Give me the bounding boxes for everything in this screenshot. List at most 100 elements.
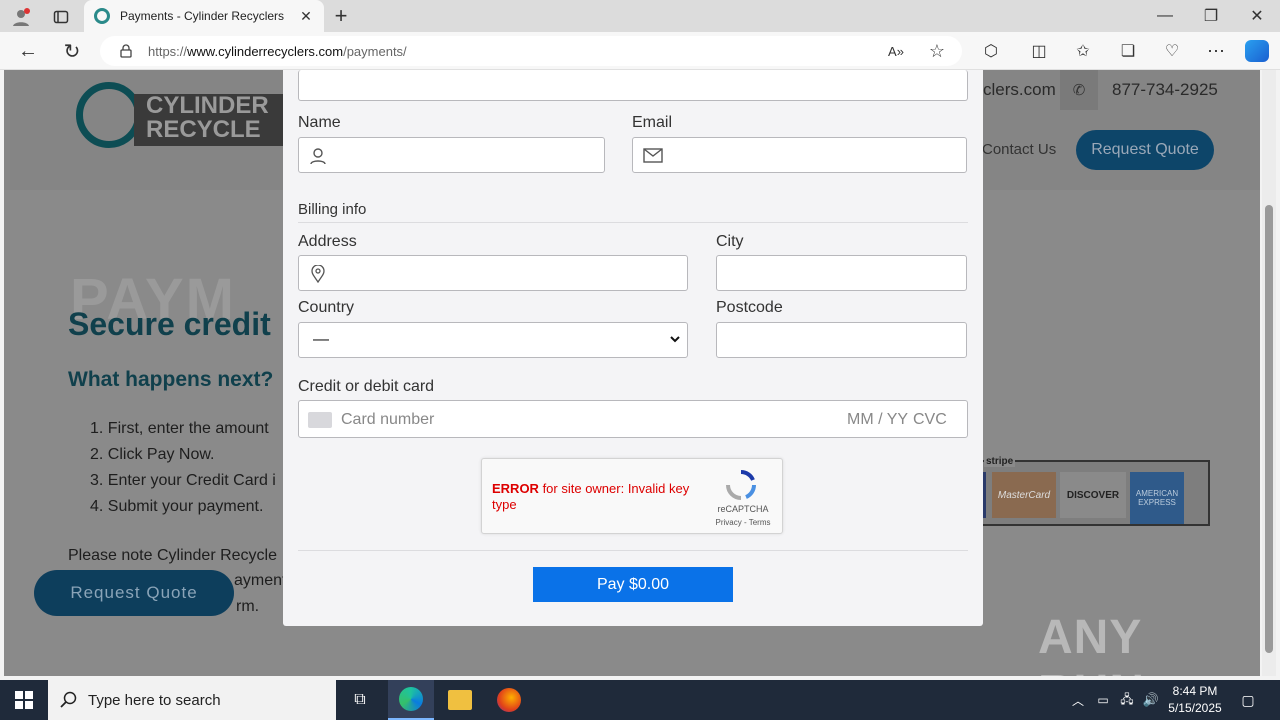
clock-date: 5/15/2025: [1168, 701, 1222, 715]
edge-icon: [399, 687, 423, 711]
device-icon[interactable]: ▭: [1094, 690, 1112, 710]
address-label: Address: [298, 233, 357, 250]
divider: [298, 222, 968, 223]
payment-modal: Name Email Billing info Address City Cou…: [283, 70, 983, 626]
favorite-star-icon[interactable]: ☆: [926, 40, 948, 62]
lock-icon[interactable]: [118, 43, 134, 59]
billing-info-heading: Billing info: [298, 201, 367, 218]
address-field[interactable]: [298, 255, 688, 291]
back-icon[interactable]: ←: [16, 39, 40, 63]
tab-title: Payments - Cylinder Recyclers: [120, 9, 285, 23]
browser-tab[interactable]: Payments - Cylinder Recyclers ✕: [84, 0, 324, 32]
copilot-icon[interactable]: [1245, 40, 1269, 62]
amount-field[interactable]: [298, 70, 968, 101]
name-field[interactable]: [298, 137, 605, 173]
discover-logo: DISCOVER: [1060, 472, 1126, 518]
user-icon: [309, 147, 327, 170]
new-tab-icon[interactable]: +: [330, 3, 352, 28]
close-window-icon[interactable]: ✕: [1246, 5, 1268, 27]
payment-logos: stripe MasterCard DISCOVER AMERICAN EXPR…: [970, 456, 1210, 526]
clock-time: 8:44 PM: [1172, 684, 1218, 698]
country-select[interactable]: —: [298, 322, 688, 358]
task-view-icon[interactable]: ⧉: [348, 689, 372, 711]
search-icon: [60, 691, 78, 713]
list-item: 3. Enter your Credit Card i: [90, 472, 276, 489]
recaptcha-error-strong: ERROR: [492, 481, 539, 496]
email-field[interactable]: [632, 137, 967, 173]
chevron-up-icon[interactable]: ︿: [1068, 690, 1088, 710]
url-prefix: https://: [148, 43, 188, 59]
firefox-icon[interactable]: [497, 688, 521, 712]
collections-icon[interactable]: ❏: [1117, 40, 1139, 62]
tab-strip: Payments - Cylinder Recyclers ✕ + — ❐ ✕: [0, 0, 1280, 32]
recaptcha-widget[interactable]: ERROR for site owner: Invalid key type r…: [481, 458, 783, 534]
close-tab-icon[interactable]: ✕: [298, 8, 314, 25]
read-aloud-icon[interactable]: A»: [886, 41, 906, 61]
logo-icon: [76, 82, 142, 148]
file-explorer-icon[interactable]: [448, 690, 472, 710]
mail-icon: [643, 148, 663, 168]
clock[interactable]: 8:44 PM 5/15/2025: [1166, 683, 1224, 717]
minimize-icon[interactable]: —: [1154, 5, 1176, 27]
stripe-label: stripe: [984, 456, 1016, 467]
amex-logo: AMERICAN EXPRESS: [1130, 472, 1184, 524]
notifications-icon[interactable]: ▢: [1238, 690, 1258, 710]
restore-icon[interactable]: ❐: [1200, 5, 1222, 27]
card-number-placeholder[interactable]: Card number: [341, 411, 434, 429]
phone-number[interactable]: 877-734-2925: [1112, 80, 1218, 100]
favorites-icon[interactable]: ✩: [1072, 40, 1094, 62]
anyrun-watermark: ANY RUN: [1038, 611, 1144, 676]
address-bar[interactable]: https://www.cylinderrecyclers.com/paymen…: [100, 36, 962, 66]
list-item: 2. Click Pay Now.: [90, 446, 215, 463]
extensions-icon[interactable]: ⬡: [980, 40, 1002, 62]
recaptcha-brand: reCAPTCHA: [717, 504, 769, 514]
card-label: Credit or debit card: [298, 378, 435, 395]
scrollbar-thumb[interactable]: [1265, 205, 1273, 653]
logo-text-bottom: RECYCLE: [146, 116, 261, 143]
email-label: Email: [632, 114, 673, 131]
name-label: Name: [298, 114, 341, 131]
tab-actions-icon[interactable]: [50, 6, 72, 28]
country-label: Country: [298, 299, 355, 316]
recaptcha-error: ERROR for site owner: Invalid key type: [492, 481, 692, 513]
screen: Payments - Cylinder Recyclers ✕ + — ❐ ✕ …: [0, 0, 1280, 720]
logo-block: CYLINDER RECYCLE: [134, 94, 284, 146]
pay-button[interactable]: Pay $0.00: [533, 567, 733, 602]
mastercard-logo: MasterCard: [992, 472, 1056, 518]
card-expiry-placeholder[interactable]: MM / YY: [847, 411, 908, 429]
request-quote-button[interactable]: Request Quote: [1076, 130, 1214, 170]
split-screen-icon[interactable]: ◫: [1028, 40, 1050, 62]
list-item: 1. First, enter the amount: [90, 420, 269, 437]
taskbar-search-box[interactable]: Type here to search: [48, 680, 336, 720]
recaptcha-links[interactable]: Privacy - Terms: [708, 518, 778, 527]
note-line-1: Please note Cylinder Recycle: [68, 547, 277, 564]
card-element[interactable]: Card number MM / YY CVC: [298, 400, 968, 438]
city-label: City: [716, 233, 744, 250]
recaptcha-logo-icon: [725, 469, 757, 506]
note-line-2: ayment: [234, 572, 287, 589]
network-icon[interactable]: 🖧: [1117, 690, 1137, 710]
country-value: —: [313, 331, 329, 348]
search-placeholder: Type here to search: [88, 691, 221, 709]
more-menu-icon[interactable]: ⋯: [1205, 40, 1227, 62]
logo-text-top: CYLINDER: [146, 92, 269, 119]
windows-start-icon[interactable]: [14, 690, 34, 710]
note-line-3: rm.: [236, 598, 260, 615]
postcode-label: Postcode: [716, 299, 783, 316]
postcode-field[interactable]: [716, 322, 967, 358]
page-title: Secure credit: [68, 306, 271, 342]
site-domain-fragment: clers.com: [983, 80, 1056, 99]
browser-essentials-icon[interactable]: ♡: [1161, 40, 1183, 62]
steps-list: 1. First, enter the amount 2. Click Pay …: [90, 416, 276, 520]
url-path: /payments/: [343, 43, 407, 59]
floating-request-quote-button[interactable]: Request Quote: [34, 570, 234, 616]
volume-icon[interactable]: 🔊: [1141, 690, 1161, 710]
card-cvc-placeholder[interactable]: CVC: [913, 411, 947, 429]
nav-contact-us[interactable]: Contact Us: [982, 141, 1056, 158]
city-field[interactable]: [716, 255, 967, 291]
edge-taskbar-item[interactable]: [388, 680, 434, 720]
divider: [298, 550, 968, 551]
subheading: What happens next?: [68, 368, 274, 391]
profile-icon[interactable]: [10, 6, 32, 28]
refresh-icon[interactable]: ↻: [60, 39, 84, 63]
